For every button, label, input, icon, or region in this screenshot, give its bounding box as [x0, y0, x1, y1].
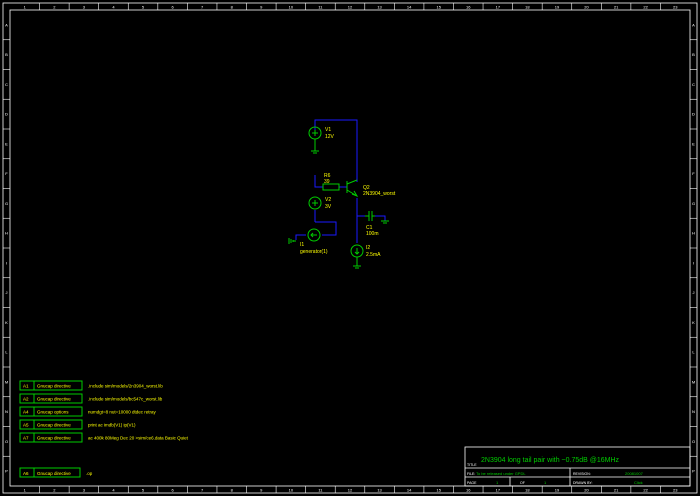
ruler-number-bottom: 23 — [673, 488, 678, 493]
ruler-letter-right: C — [692, 82, 695, 87]
ruler-letter-left: B — [5, 52, 8, 57]
directive-type: Gnucap options — [37, 410, 69, 415]
r6-value: 39 — [324, 179, 330, 185]
ruler-letter-left: D — [5, 112, 8, 117]
ruler-number-top: 17 — [496, 5, 501, 10]
ruler-number-top: 21 — [614, 5, 619, 10]
directive-text: .include sim/models/bc547c_worst.lib — [88, 397, 163, 402]
ruler-letter-right: H — [692, 231, 695, 236]
revision-label: REVISION: — [573, 472, 591, 476]
ruler-number-top: 20 — [584, 5, 589, 10]
i1-ref: I1 — [300, 242, 304, 248]
ruler-number-bottom: 15 — [436, 488, 441, 493]
schematic-title: 2N3904 long tail pair with ~0.75dB @16MH… — [481, 457, 620, 464]
i2-ref: I2 — [366, 245, 370, 251]
ruler-letter-right: O — [692, 439, 695, 444]
v1-ref: V1 — [325, 127, 331, 133]
ruler-letter-right: J — [693, 290, 695, 295]
ruler-letter-left: N — [5, 409, 8, 414]
ruler-letter-right: D — [692, 112, 695, 117]
v1-value: 12V — [325, 134, 335, 140]
page-label: PAGE — [467, 481, 477, 485]
ruler-letter-right: I — [693, 260, 694, 265]
ruler-number-top: 16 — [466, 5, 471, 10]
ruler-letter-left: G — [5, 201, 8, 206]
ruler-number-top: 19 — [555, 5, 560, 10]
ruler-number-bottom: 16 — [466, 488, 471, 493]
directive-id: A2 — [23, 397, 29, 402]
ruler-letter-left: C — [5, 82, 8, 87]
ruler-number-top: 14 — [407, 5, 412, 10]
ruler-letter-left: O — [5, 439, 8, 444]
ruler-letter-left: I — [6, 260, 7, 265]
ruler-letter-left: K — [5, 320, 8, 325]
ruler-letter-left: H — [5, 231, 8, 236]
ruler-number-top: 15 — [436, 5, 441, 10]
ruler-number-bottom: 22 — [643, 488, 648, 493]
directive-type: Gnucap directive — [37, 423, 71, 428]
directive-id: A6 — [23, 471, 29, 476]
ruler-number-bottom: 20 — [584, 488, 589, 493]
ruler-letter-left: A — [5, 22, 8, 27]
title-label: TITLE — [467, 463, 477, 467]
q2-value: 2N3904_worst — [363, 191, 396, 197]
i2-value: 2.5mA — [366, 252, 381, 258]
file-value: To be released under GPDL — [476, 471, 526, 476]
directive-text: numdgt=8 nut=10000 dtdec retray — [88, 410, 157, 415]
directive-type: Gnucap directive — [37, 397, 71, 402]
ruler-number-top: 18 — [525, 5, 530, 10]
ruler-number-top: 13 — [377, 5, 382, 10]
directive-id: A4 — [23, 410, 29, 415]
v2-value: 3V — [325, 204, 332, 210]
directive-id: A1 — [23, 384, 29, 389]
ruler-letter-right: K — [692, 320, 695, 325]
ruler-letter-right: A — [692, 22, 695, 27]
directive-type: Gnucap directive — [37, 471, 71, 476]
schematic-sheet[interactable]: 1122334455667788991010111112121313141415… — [0, 0, 700, 496]
revision-value: 20081007 — [625, 471, 644, 476]
drawn-by-value: Click — [634, 480, 643, 485]
ruler-letter-right: M — [692, 379, 695, 384]
ruler-number-bottom: 12 — [348, 488, 353, 493]
ruler-letter-left: E — [5, 141, 8, 146]
ruler-number-bottom: 13 — [377, 488, 382, 493]
of-label: OF — [520, 481, 525, 485]
ruler-letter-left: J — [6, 290, 8, 295]
drawn-by-label: DRAWN BY: — [573, 481, 593, 485]
directive-text: .op — [86, 471, 93, 476]
c1-value: 100m — [366, 231, 379, 237]
ruler-number-bottom: 18 — [525, 488, 530, 493]
directive-type: Gnucap directive — [37, 436, 71, 441]
ruler-letter-right: G — [692, 201, 695, 206]
ruler-number-bottom: 10 — [289, 488, 294, 493]
ruler-number-top: 23 — [673, 5, 678, 10]
ruler-letter-left: M — [5, 379, 8, 384]
directive-text: .include sim/models/2n3904_worst.lib — [88, 384, 163, 389]
ruler-number-top: 22 — [643, 5, 648, 10]
ruler-number-bottom: 14 — [407, 488, 412, 493]
ruler-number-bottom: 19 — [555, 488, 560, 493]
directive-type: Gnucap directive — [37, 384, 71, 389]
ruler-letter-left: P — [5, 469, 8, 474]
ruler-letter-right: E — [692, 141, 695, 146]
ruler-number-bottom: 21 — [614, 488, 619, 493]
file-label: FILE: — [467, 472, 475, 476]
ruler-letter-right: N — [692, 409, 695, 414]
directive-text: ac 400k 80Meg Dec 20 >sim/ce6.data Basic… — [88, 436, 189, 441]
i1-value: generator(1) — [300, 249, 328, 255]
directive-id: A5 — [23, 423, 29, 428]
ruler-number-top: 12 — [348, 5, 353, 10]
ruler-letter-right: B — [692, 52, 695, 57]
ruler-number-top: 10 — [289, 5, 294, 10]
directive-text: print ac imdb(V1) ip(V1) — [88, 423, 136, 428]
v2-ref: V2 — [325, 197, 331, 203]
ruler-number-bottom: 17 — [496, 488, 501, 493]
directive-id: A7 — [23, 436, 29, 441]
ruler-letter-right: P — [692, 469, 695, 474]
